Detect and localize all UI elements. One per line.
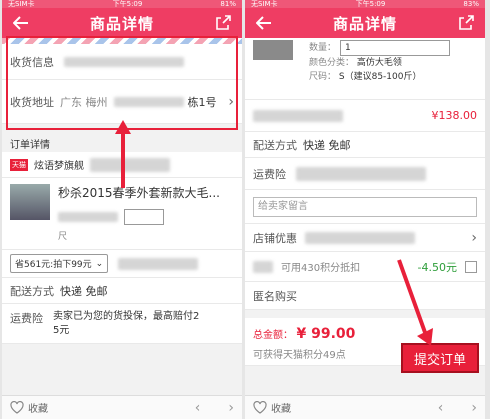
- points-blurred: [253, 260, 273, 273]
- prev-icon[interactable]: ‹: [438, 400, 444, 416]
- next-icon[interactable]: ›: [471, 400, 477, 416]
- delivery-label: 配送方式: [10, 284, 54, 298]
- status-carrier: 无SIM卡: [251, 0, 278, 8]
- total-label: 总金额：: [253, 330, 293, 341]
- delivery-label: 配送方式: [253, 138, 297, 152]
- highlight-box: [6, 36, 238, 130]
- coupon-blurred: [305, 231, 415, 244]
- discount-blurred: [118, 257, 199, 270]
- fav-label: 收藏: [28, 404, 48, 415]
- color-label: 颜色分类：: [309, 58, 355, 68]
- chevron-down-icon: ⌄: [95, 258, 104, 269]
- size-label: 尺码：: [309, 72, 337, 82]
- chevron-right-icon[interactable]: ›: [471, 230, 477, 246]
- insurance-label: 运费险: [253, 167, 286, 181]
- status-time: 下午5:09: [355, 0, 386, 8]
- points-earn-value: 49: [323, 350, 336, 361]
- annotation-arrow-icon: [115, 120, 131, 188]
- points-earn-suffix: 点: [335, 350, 346, 361]
- annotation-arrow-icon: [397, 259, 433, 346]
- back-arrow-icon[interactable]: [10, 12, 32, 34]
- next-icon[interactable]: ›: [228, 400, 234, 416]
- tmall-badge-icon: 天猫: [10, 158, 28, 171]
- fav-button[interactable]: 收藏: [253, 400, 291, 415]
- size-value: S（建议85-100斤）: [338, 72, 422, 82]
- bottom-toolbar: 收藏 ‹ ›: [245, 395, 485, 419]
- status-bar: 无SIM卡 下午5:09 83%: [245, 0, 485, 8]
- product-thumbnail: [253, 40, 293, 60]
- discount-select-value: 省561元:拍下99元: [15, 260, 92, 270]
- product-row[interactable]: 秒杀2015春季外套新款大毛... 尺: [2, 178, 242, 250]
- page-title: 商品详情: [332, 14, 397, 33]
- heart-icon: [253, 401, 267, 414]
- status-carrier: 无SIM卡: [8, 0, 35, 8]
- insurance-blurred: [296, 166, 426, 181]
- shop-coupon-label: 店铺优惠: [253, 231, 297, 245]
- back-arrow-icon[interactable]: [253, 12, 275, 34]
- fav-button[interactable]: 收藏: [10, 400, 48, 415]
- status-bar: 无SIM卡 下午5:09 81%: [2, 0, 242, 8]
- insurance-value-2: 5元: [53, 325, 70, 336]
- product-title: 秒杀2015春季外套新款大毛...: [58, 186, 220, 200]
- nav-bar: 商品详情: [2, 8, 242, 38]
- anonymous-row: 匿名购买: [245, 282, 485, 310]
- delivery-value: 快递 免邮: [60, 284, 108, 298]
- bottom-toolbar: 收藏 ‹ ›: [2, 395, 242, 419]
- discount-select[interactable]: 省561元:拍下99元 ⌄: [10, 254, 109, 273]
- discount-row: 省561元:拍下99元 ⌄: [2, 250, 242, 278]
- pager: ‹ ›: [195, 400, 234, 416]
- status-battery: 83%: [463, 0, 479, 8]
- status-battery: 81%: [220, 0, 236, 8]
- fav-label: 收藏: [271, 404, 291, 415]
- delivery-value: 快递 免邮: [303, 138, 351, 152]
- insurance-label: 运费险: [10, 312, 43, 325]
- delivery-row[interactable]: 配送方式 快递 免邮: [2, 278, 242, 304]
- shop-coupon-row[interactable]: 店铺优惠 ›: [245, 224, 485, 252]
- insurance-row: 运费险 卖家已为您的货投保，最高赔付2 5元: [2, 304, 242, 344]
- quantity-field[interactable]: 1: [340, 40, 451, 56]
- points-row: 可用430积分抵扣 -4.50元: [245, 252, 485, 282]
- prev-icon[interactable]: ‹: [195, 400, 201, 416]
- total-value: ¥ 99.00: [296, 326, 356, 342]
- product-thumbnail: [10, 184, 50, 220]
- qty-label: 数量：: [309, 43, 337, 53]
- points-text: 可用430积分抵扣: [281, 263, 361, 274]
- left-screen: 无SIM卡 下午5:09 81% 商品详情 收货信息 收货地址 广东 梅州 栋1…: [2, 0, 242, 419]
- delivery-row[interactable]: 配送方式 快递 免邮: [245, 132, 485, 158]
- order-section-title: 订单详情: [10, 139, 50, 151]
- insurance-value: 卖家已为您的货投保，最高赔付2: [53, 311, 200, 322]
- points-checkbox[interactable]: [465, 260, 477, 273]
- size-hint: 尺: [58, 232, 68, 242]
- anonymous-label: 匿名购买: [253, 289, 297, 303]
- nav-bar: 商品详情: [245, 8, 485, 38]
- right-screen: 无SIM卡 下午5:09 83% 商品详情 数量： 1 颜色分类： 高仿大毛领 …: [245, 0, 485, 419]
- points-earn-prefix: 可获得天猫积分: [253, 350, 323, 361]
- page-title: 商品详情: [89, 14, 154, 33]
- seller-message-input[interactable]: 给卖家留言: [253, 196, 477, 217]
- price-blurred: [253, 109, 343, 122]
- product-spec-blurred: [58, 212, 118, 222]
- share-icon[interactable]: [212, 12, 234, 34]
- share-icon[interactable]: [455, 12, 477, 34]
- status-time: 下午5:09: [112, 0, 143, 8]
- quantity-stepper[interactable]: [124, 209, 164, 225]
- color-value: 高仿大毛领: [356, 58, 402, 68]
- insurance-row: 运费险: [245, 158, 485, 190]
- shop-name: 炫语梦旗舰: [34, 161, 84, 172]
- heart-icon: [10, 401, 24, 414]
- sku-row: 数量： 1 颜色分类： 高仿大毛领 尺码： S（建议85-100斤）: [245, 38, 485, 100]
- price-row: ¥138.00: [245, 100, 485, 132]
- message-row: 给卖家留言: [245, 190, 485, 224]
- item-price: ¥138.00: [431, 109, 478, 122]
- pager: ‹ ›: [438, 400, 477, 416]
